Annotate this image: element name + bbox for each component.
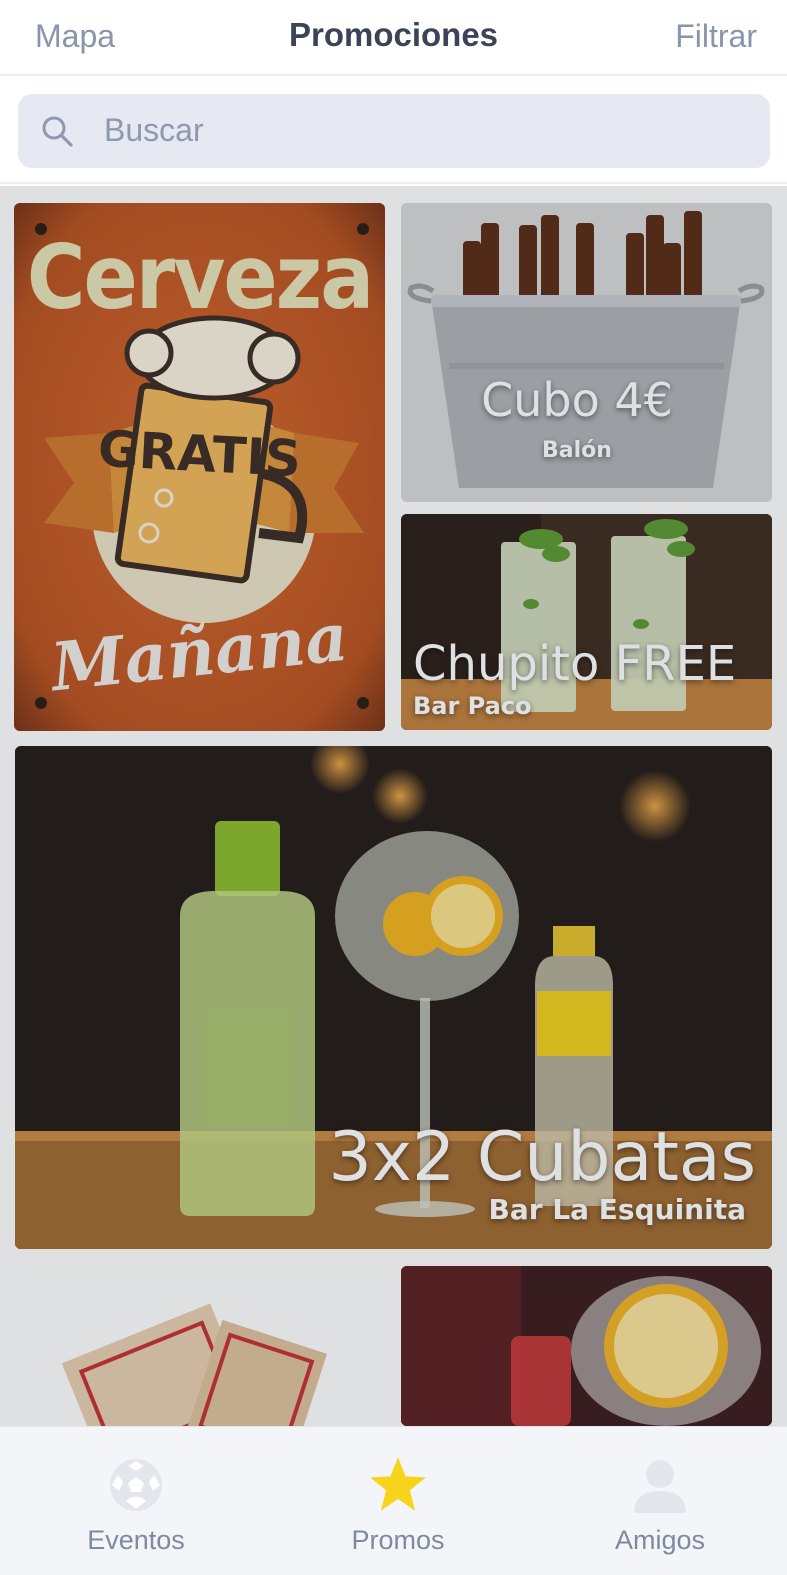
tickets-illustration — [14, 1266, 385, 1426]
search-input[interactable]: Buscar — [18, 94, 770, 168]
promo-card-chupito[interactable]: Chupito FREE Bar Paco — [401, 514, 772, 730]
promo-card-cubatas[interactable]: 3x2 Cubatas Bar La Esquinita — [15, 746, 772, 1249]
promo-card-cubo[interactable]: Cubo 4€ Balón — [401, 203, 772, 502]
tab-eventos[interactable]: Eventos — [5, 1427, 267, 1575]
tab-label-eventos: Eventos — [87, 1525, 185, 1555]
filter-link[interactable]: Filtrar — [675, 18, 757, 55]
user-icon — [634, 1460, 686, 1513]
top-bar: Mapa Promociones Filtrar — [0, 0, 787, 76]
cubatas-title: 3x2 Cubatas — [328, 1118, 756, 1197]
bottom-tab-bar: Eventos Promos Amigos — [0, 1426, 787, 1575]
tab-amigos[interactable]: Amigos — [529, 1427, 787, 1575]
star-icon — [370, 1457, 426, 1511]
soccer-ball-icon — [110, 1459, 162, 1511]
gin-glass-illustration — [401, 1266, 772, 1426]
tab-label-amigos: Amigos — [614, 1525, 706, 1555]
search-placeholder: Buscar — [104, 112, 204, 148]
chupito-title: Chupito FREE — [413, 636, 737, 692]
cubo-title: Cubo 4€ — [481, 373, 673, 427]
promo-card-tickets[interactable] — [14, 1266, 385, 1426]
cubatas-venue: Bar La Esquinita — [488, 1193, 746, 1226]
cubo-venue: Balón — [542, 438, 612, 463]
search-bar-container: Buscar — [0, 78, 787, 184]
tab-promos[interactable]: Promos — [267, 1427, 529, 1575]
search-icon — [42, 116, 73, 147]
promo-card-gin[interactable] — [401, 1266, 772, 1426]
cerveza-title: Cerveza — [26, 226, 374, 329]
promo-card-cerveza-gratis[interactable]: Cerveza GRATIS Mañana — [14, 203, 385, 731]
chupito-venue: Bar Paco — [413, 692, 532, 720]
page-title: Promociones — [288, 16, 499, 53]
tab-label-promos: Promos — [351, 1525, 445, 1555]
